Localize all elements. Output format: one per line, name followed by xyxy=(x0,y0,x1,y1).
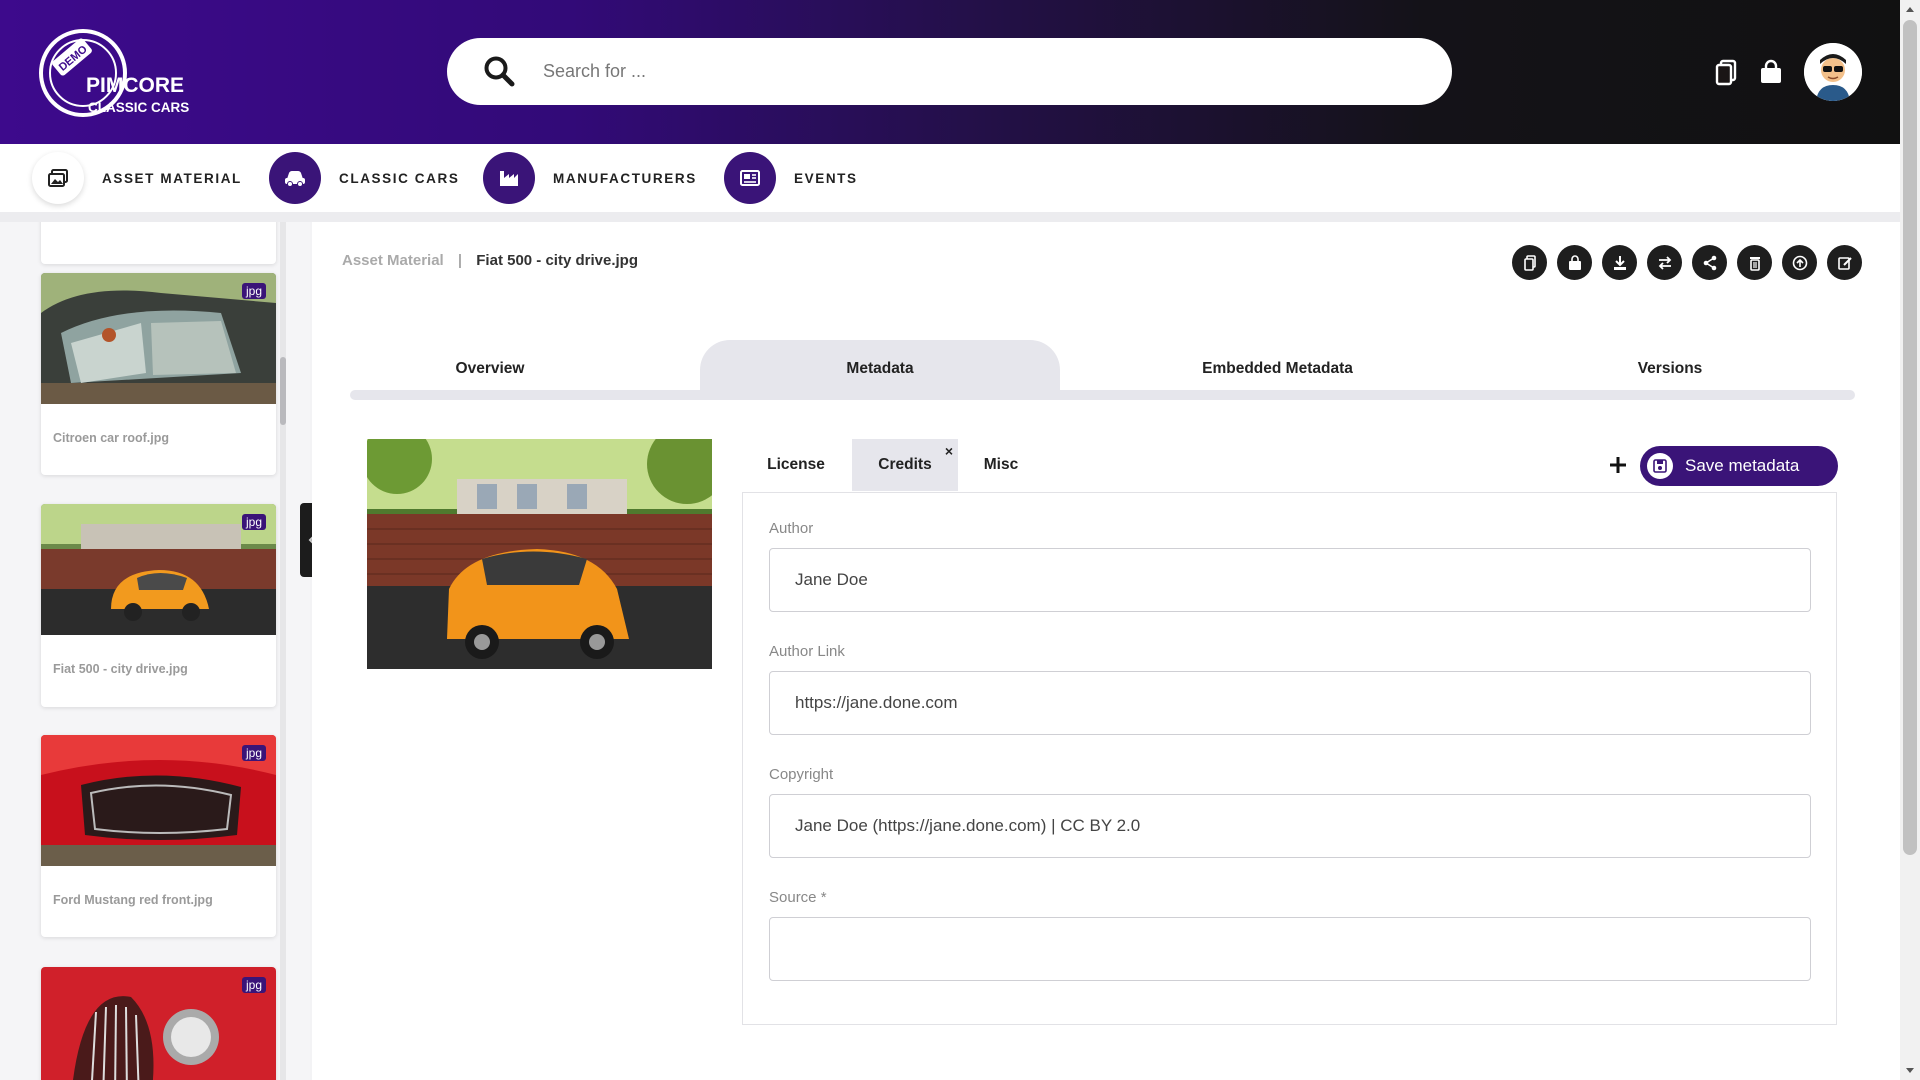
asset-thumbnail-mustang: jpg xyxy=(41,735,276,866)
shopping-bag-icon[interactable] xyxy=(1757,58,1785,86)
copy-icon[interactable] xyxy=(1712,58,1740,86)
file-type-badge: jpg xyxy=(241,745,266,761)
save-metadata-label: Save metadata xyxy=(1685,456,1800,475)
main-nav: ASSET MATERIAL CLASSIC CARS MANUFACTURER… xyxy=(0,144,1900,212)
subtab-misc[interactable]: Misc xyxy=(958,439,1044,491)
asset-card-name: Citroen car roof.jpg xyxy=(53,431,169,445)
copyright-field[interactable] xyxy=(769,794,1811,858)
source-field[interactable] xyxy=(769,917,1811,981)
asset-sidebar: jpg Citroen car roof.jpg jpg Fiat 500 - … xyxy=(0,222,310,1080)
trash-icon xyxy=(1749,256,1760,271)
asset-card[interactable]: jpg Citroen car roof.jpg xyxy=(41,273,276,475)
asset-tabs: Overview Metadata Embedded Metadata Vers… xyxy=(350,340,1855,400)
download-button[interactable] xyxy=(1602,245,1637,280)
add-to-collection-button[interactable] xyxy=(1557,245,1592,280)
scroll-up-arrow-icon[interactable] xyxy=(1903,3,1917,17)
search-bar xyxy=(447,38,1452,105)
images-icon xyxy=(32,152,84,204)
sidebar-scrollbar[interactable] xyxy=(280,222,286,1080)
asset-card-selected[interactable]: jpg Fiat 500 - city drive.jpg xyxy=(41,504,276,707)
logo-brand-text: PIMCORE xyxy=(86,74,184,97)
car-icon xyxy=(269,152,321,204)
bag-icon xyxy=(1568,254,1581,270)
breadcrumb: Asset Material | Fiat 500 - city drive.j… xyxy=(342,252,638,269)
asset-toolbar xyxy=(1512,245,1862,280)
breadcrumb-current: Fiat 500 - city drive.jpg xyxy=(476,252,638,269)
pimcore-logo[interactable]: DEMO PIMCORE CLASSIC CARS xyxy=(36,26,216,120)
file-type-badge: jpg xyxy=(241,283,266,299)
replace-button[interactable] xyxy=(1647,245,1682,280)
asset-card[interactable]: jpg Ford Mustang red front.jpg xyxy=(41,735,276,937)
subtab-credits[interactable]: Credits × xyxy=(852,439,958,491)
nav-label: ASSET MATERIAL xyxy=(102,170,242,186)
breadcrumb-root[interactable]: Asset Material xyxy=(342,252,444,269)
asset-card-partial[interactable] xyxy=(41,222,276,264)
top-header: DEMO PIMCORE CLASSIC CARS xyxy=(0,0,1900,144)
asset-card-name: Fiat 500 - city drive.jpg xyxy=(53,662,188,676)
nav-item-classic-cars[interactable]: CLASSIC CARS xyxy=(269,152,459,204)
sidebar-scroll-thumb[interactable] xyxy=(280,357,286,425)
save-metadata-button[interactable]: Save metadata xyxy=(1640,446,1838,486)
tab-metadata[interactable]: Metadata xyxy=(700,340,1060,398)
subtab-license[interactable]: License xyxy=(742,439,850,491)
asset-card[interactable]: jpg xyxy=(41,967,276,1080)
asset-thumbnail-citroen: jpg xyxy=(41,273,276,404)
tab-embedded-metadata[interactable]: Embedded Metadata xyxy=(1080,340,1475,398)
subtab-credits-label: Credits xyxy=(878,456,932,473)
logo-sub-text: CLASSIC CARS xyxy=(88,100,189,115)
asset-card-name: Ford Mustang red front.jpg xyxy=(53,893,213,907)
swap-icon xyxy=(1658,255,1671,270)
asset-detail: Asset Material | Fiat 500 - city drive.j… xyxy=(312,222,1900,1080)
newspaper-icon xyxy=(724,152,776,204)
plus-icon[interactable] xyxy=(1607,454,1629,476)
tab-versions[interactable]: Versions xyxy=(1480,340,1860,398)
search-input[interactable] xyxy=(543,50,1403,92)
edit-icon xyxy=(1837,256,1852,270)
floppy-disk-icon xyxy=(1647,453,1673,479)
author-field[interactable] xyxy=(769,548,1811,612)
nav-label: CLASSIC CARS xyxy=(339,170,460,186)
nav-divider xyxy=(0,212,1900,222)
source-label: Source * xyxy=(769,889,827,906)
asset-thumbnail-jaguar: jpg xyxy=(41,967,276,1080)
author-link-field[interactable] xyxy=(769,671,1811,735)
breadcrumb-separator: | xyxy=(457,252,463,269)
copy-icon xyxy=(1523,254,1536,271)
download-icon xyxy=(1613,255,1626,270)
upload-circle-icon xyxy=(1792,255,1807,270)
delete-button[interactable] xyxy=(1737,245,1772,280)
nav-item-asset-material[interactable]: ASSET MATERIAL xyxy=(32,152,242,204)
file-type-badge: jpg xyxy=(241,977,266,993)
credits-form: Author Author Link Copyright Source * xyxy=(742,492,1837,1025)
edit-button[interactable] xyxy=(1827,245,1862,280)
scroll-down-arrow-icon[interactable] xyxy=(1903,1063,1917,1077)
close-tab-icon[interactable]: × xyxy=(945,443,953,459)
copy-button[interactable] xyxy=(1512,245,1547,280)
upload-button[interactable] xyxy=(1782,245,1817,280)
share-button[interactable] xyxy=(1692,245,1727,280)
file-type-badge: jpg xyxy=(241,514,266,530)
search-icon[interactable] xyxy=(483,55,515,87)
user-avatar[interactable] xyxy=(1804,43,1862,101)
author-link-label: Author Link xyxy=(769,643,845,660)
nav-item-events[interactable]: EVENTS xyxy=(724,152,858,204)
asset-thumbnail-fiat: jpg xyxy=(41,504,276,635)
author-label: Author xyxy=(769,520,814,537)
nav-item-manufacturers[interactable]: MANUFACTURERS xyxy=(483,152,697,204)
factory-icon xyxy=(483,152,535,204)
copyright-label: Copyright xyxy=(769,766,834,783)
asset-preview-image xyxy=(367,439,712,669)
page-scroll-thumb[interactable] xyxy=(1903,20,1917,855)
tab-overview[interactable]: Overview xyxy=(350,340,630,398)
nav-label: MANUFACTURERS xyxy=(553,170,697,186)
share-icon xyxy=(1703,255,1716,270)
nav-label: EVENTS xyxy=(794,170,858,186)
